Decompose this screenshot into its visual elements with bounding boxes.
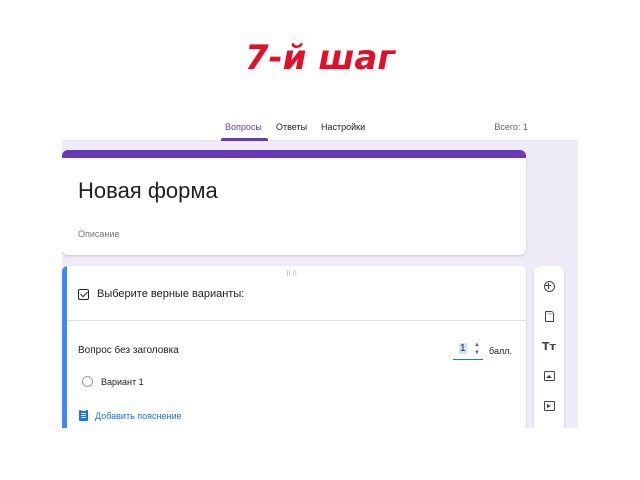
forms-screenshot: Вопросы Ответы Настройки Всего: 1 Новая … [62, 114, 578, 428]
form-description-field[interactable]: Описание [78, 229, 119, 239]
title-card-accent [62, 150, 526, 158]
checkbox-icon [78, 288, 89, 300]
add-image-icon[interactable] [541, 368, 557, 384]
form-canvas: Новая форма Описание ⠿⠿ Выберите верные … [62, 141, 578, 428]
question-title-field[interactable]: Вопрос без заголовка [78, 345, 179, 356]
points-value[interactable]: 1 [459, 343, 467, 354]
add-explanation-button[interactable]: Добавить пояснение [79, 409, 182, 421]
option-row[interactable]: Вариант 1 [82, 376, 144, 387]
add-explanation-label[interactable]: Добавить пояснение [95, 411, 182, 421]
add-video-icon[interactable] [541, 398, 557, 414]
question-card[interactable]: ⠿⠿ Выберите верные варианты: Вопрос без … [62, 266, 526, 428]
tab-questions[interactable]: Вопросы [225, 122, 262, 132]
active-card-indicator [62, 266, 67, 428]
floating-toolbar: Tт [534, 266, 564, 428]
question-type-selector[interactable]: Выберите верные варианты: [78, 286, 244, 302]
stepper-up-icon[interactable]: ▲ [473, 341, 481, 349]
total-points: Всего: 1 [494, 122, 528, 132]
divider [67, 320, 526, 321]
tab-bar: Вопросы Ответы Настройки Всего: 1 [62, 114, 578, 141]
stepper-down-icon[interactable]: ▼ [473, 349, 481, 357]
radio-icon[interactable] [82, 376, 93, 387]
tab-settings[interactable]: Настройки [321, 122, 365, 132]
question-type-label: Выберите верные варианты: [97, 288, 245, 300]
form-title[interactable]: Новая форма [78, 178, 218, 204]
points-stepper[interactable]: ▲ ▼ [473, 341, 481, 359]
import-questions-icon[interactable] [541, 308, 557, 324]
points-input[interactable]: 1 ▲ ▼ [453, 341, 483, 360]
drag-handle-icon[interactable]: ⠿⠿ [286, 270, 298, 278]
points-label: балл. [489, 346, 512, 356]
clipboard-icon [79, 409, 88, 421]
option-label[interactable]: Вариант 1 [101, 377, 144, 387]
tab-responses[interactable]: Ответы [276, 122, 307, 132]
add-question-icon[interactable] [541, 278, 557, 294]
add-title-icon[interactable]: Tт [541, 338, 557, 354]
form-title-card[interactable]: Новая форма Описание [62, 150, 526, 255]
slide-title: 7-й шаг [244, 38, 396, 78]
